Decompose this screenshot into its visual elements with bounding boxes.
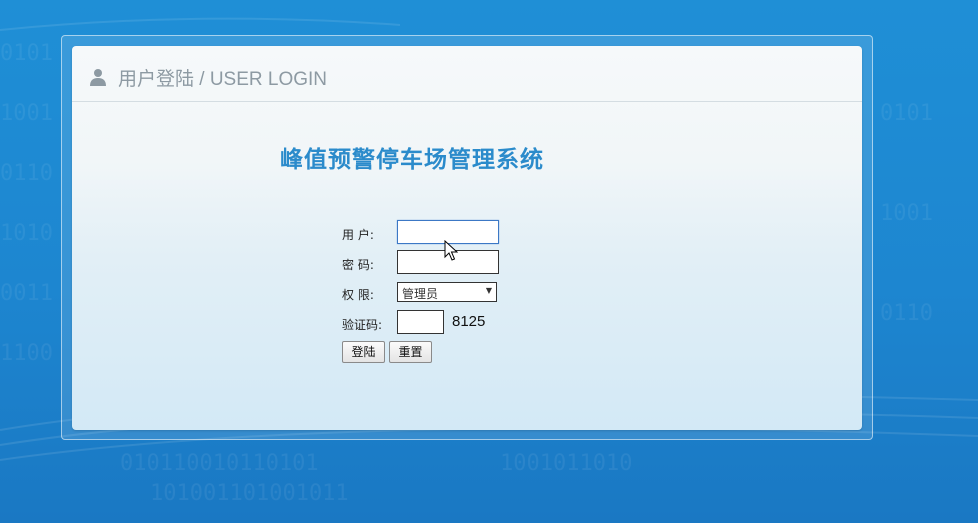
svg-text:1100: 1100 <box>0 341 53 366</box>
username-input[interactable] <box>397 220 499 244</box>
reset-button[interactable]: 重置 <box>389 341 432 363</box>
panel-header: 用户登陆 / USER LOGIN <box>72 46 862 102</box>
svg-text:101001101001011: 101001101001011 <box>150 481 349 506</box>
captcha-label: 验证码: <box>342 318 383 332</box>
role-label: 权 限: <box>342 288 374 302</box>
captcha-code: 8125 <box>452 313 486 330</box>
username-label: 用 户: <box>342 228 374 242</box>
svg-text:1001: 1001 <box>880 201 933 226</box>
role-select-value: 管理员 <box>402 287 439 301</box>
captcha-input[interactable] <box>397 310 444 334</box>
login-panel: 用户登陆 / USER LOGIN 峰值预警停车场管理系统 用 户: 密 码: … <box>72 46 862 430</box>
svg-text:010110010110101: 010110010110101 <box>120 451 319 476</box>
svg-text:0101: 0101 <box>0 41 53 66</box>
svg-text:0110: 0110 <box>0 161 53 186</box>
system-title: 峰值预警停车场管理系统 <box>280 146 544 173</box>
panel-header-title: 用户登陆 / USER LOGIN <box>118 69 328 90</box>
password-label: 密 码: <box>342 258 374 272</box>
password-input[interactable] <box>397 250 499 274</box>
role-select[interactable]: 管理员 ▼ <box>397 282 497 302</box>
user-icon <box>89 68 107 86</box>
login-button[interactable]: 登陆 <box>342 341 385 363</box>
svg-text:1001: 1001 <box>0 101 53 126</box>
svg-text:0011: 0011 <box>0 281 53 306</box>
dropdown-arrow-icon: ▼ <box>485 286 492 295</box>
svg-text:0110: 0110 <box>880 301 933 326</box>
svg-text:1010: 1010 <box>0 221 53 246</box>
svg-text:1001011010: 1001011010 <box>500 451 632 476</box>
svg-text:0101: 0101 <box>880 101 933 126</box>
